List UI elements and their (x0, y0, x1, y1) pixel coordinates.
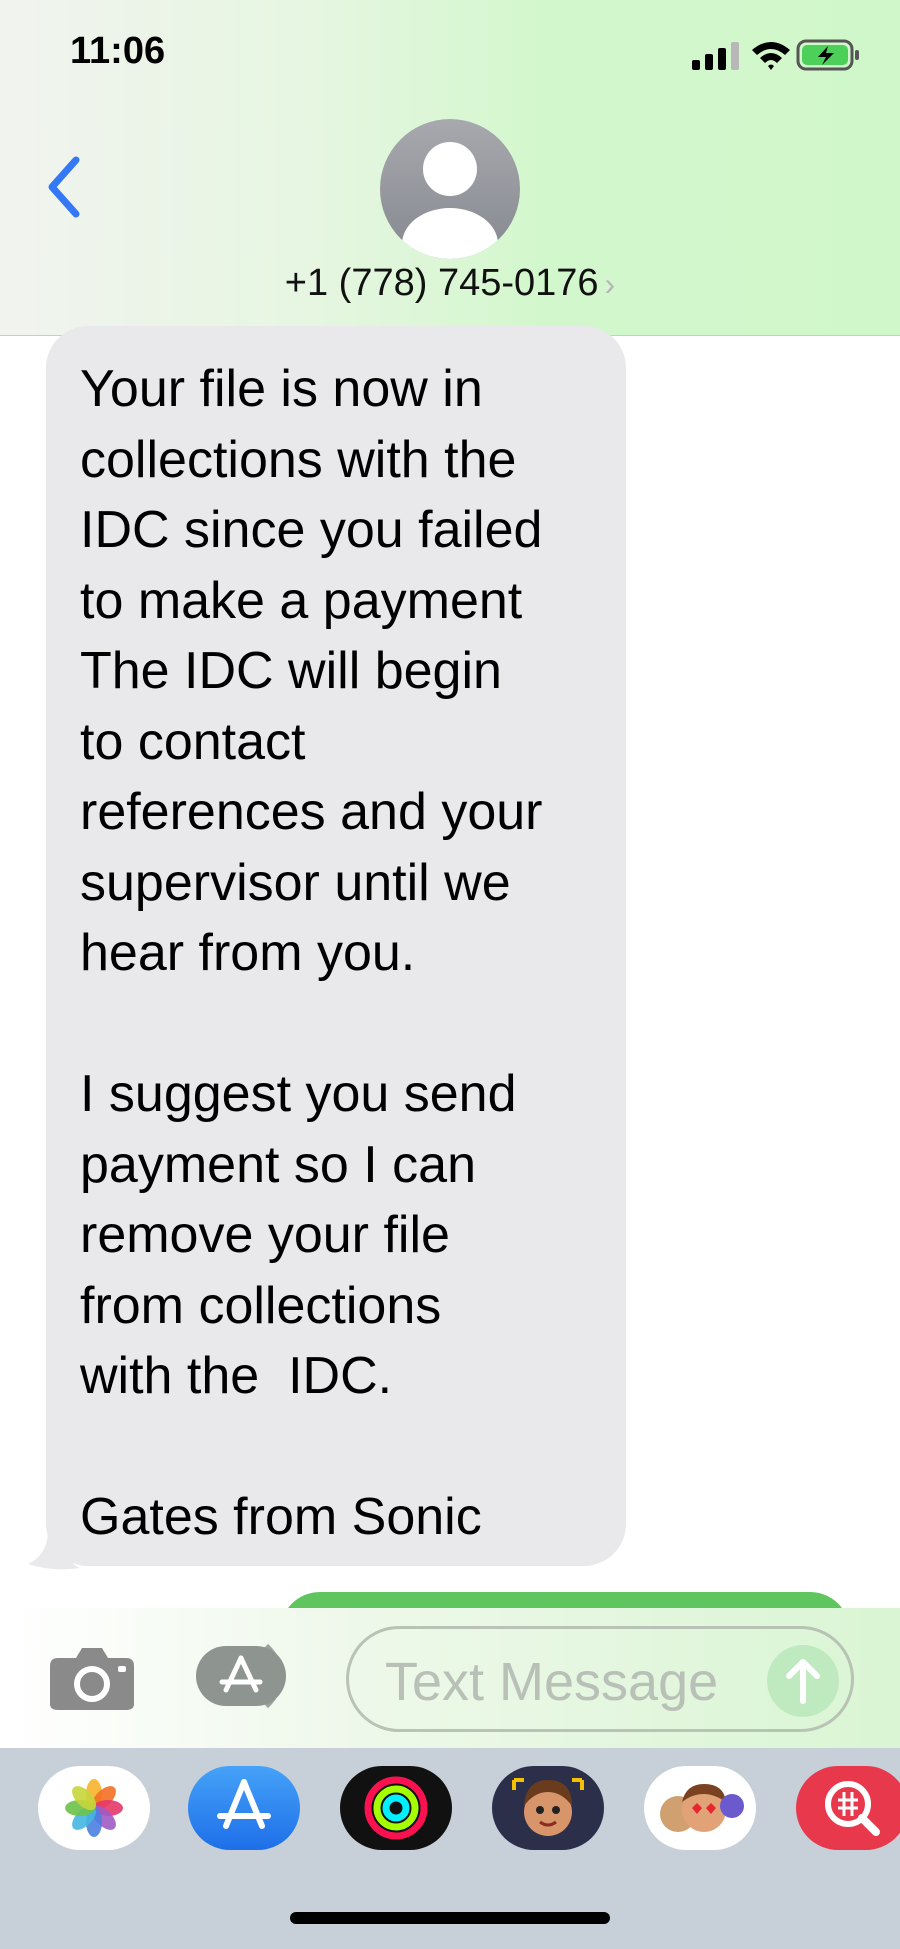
message-text-field[interactable]: Text Message (346, 1626, 854, 1732)
images-search-app-button[interactable] (796, 1766, 900, 1850)
memoji-stickers-app-button[interactable] (644, 1766, 756, 1850)
battery-charging-icon (796, 39, 859, 71)
incoming-message-bubble[interactable]: Your file is now in collections with the… (46, 326, 626, 1566)
memoji-stickers-icon (660, 1784, 744, 1832)
back-button[interactable] (42, 152, 92, 222)
app-store-app-button[interactable] (188, 1766, 300, 1850)
status-time: 11:06 (70, 30, 166, 72)
activity-icon (364, 1776, 428, 1840)
message-input-bar: Text Message (0, 1608, 900, 1748)
contact-name[interactable]: +1 (778) 745-0176 › (0, 262, 900, 305)
photos-icon (65, 1779, 123, 1837)
images-search-icon (825, 1781, 880, 1836)
arrow-up-icon (786, 1659, 820, 1704)
memoji-app-button[interactable] (492, 1766, 604, 1850)
activity-app-button[interactable] (340, 1766, 452, 1850)
cellular-signal-icon (692, 42, 739, 70)
camera-button[interactable] (48, 1644, 136, 1712)
chevron-right-icon: › (604, 266, 616, 302)
person-icon (402, 142, 498, 259)
app-store-icon (217, 1779, 271, 1829)
contact-number: +1 (778) 745-0176 (284, 262, 599, 304)
memoji-icon (512, 1778, 584, 1836)
wifi-icon (752, 42, 790, 70)
send-button[interactable] (767, 1645, 839, 1717)
text-field-placeholder: Text Message (385, 1652, 719, 1712)
photos-app-button[interactable] (38, 1766, 150, 1850)
app-store-button[interactable] (196, 1644, 300, 1708)
home-indicator[interactable] (290, 1912, 610, 1924)
conversation-header: 11:06 +1 (778) 745-0176 › (0, 0, 900, 336)
contact-avatar[interactable] (380, 119, 520, 259)
